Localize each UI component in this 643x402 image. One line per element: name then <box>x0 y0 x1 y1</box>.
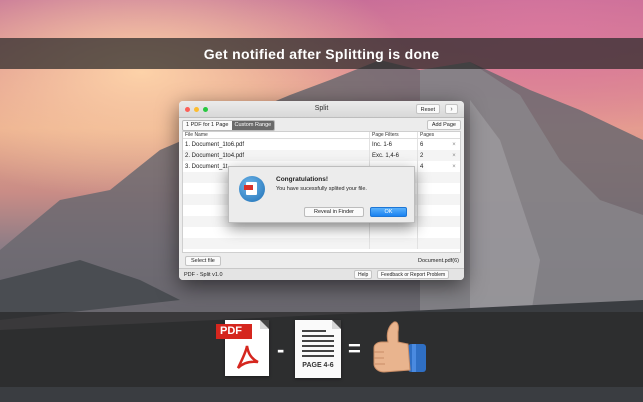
select-file-button[interactable]: Select file <box>185 256 221 266</box>
app-version: PDF - Split v1.0 <box>184 272 223 278</box>
column-header-file-name[interactable]: File Name <box>183 132 370 138</box>
pdf-label: PDF <box>216 324 252 339</box>
equals-operator: = <box>348 336 361 361</box>
remove-row-icon[interactable]: × <box>448 161 460 172</box>
alert-message: You have sucessfully splited your file. <box>276 186 367 192</box>
banner-headline: Get notified after Splitting is done <box>203 45 440 62</box>
help-button[interactable]: Help <box>354 270 373 279</box>
alert-title: Congratulations! <box>276 176 328 183</box>
remove-row-icon[interactable]: × <box>448 150 460 161</box>
tab-1-pdf-for-1-page[interactable]: 1 PDF for 1 Page <box>183 121 232 130</box>
table-header: File Name Page Filters Pages <box>183 132 460 139</box>
pages-cell: 4 <box>420 163 424 170</box>
thumbs-up-icon <box>373 321 426 373</box>
table-row[interactable]: 2. Document_1to4.pdf Exc. 1,4-6 2 × <box>183 150 460 161</box>
pages-cell: 2 <box>420 152 424 159</box>
file-name-cell: 2. Document_1to4.pdf <box>183 150 370 161</box>
status-bar: PDF - Split v1.0 Help Feedback or Report… <box>179 268 464 280</box>
empty-row <box>183 238 460 249</box>
top-banner: Get notified after Splitting is done <box>0 38 643 69</box>
file-name-cell: 1. Document_1to6.pdf <box>183 139 370 150</box>
add-page-button[interactable]: Add Page <box>426 120 461 130</box>
acrobat-logo-icon <box>236 345 259 369</box>
file-bar: Select file Document.pdf(6) <box>179 255 464 267</box>
column-header-pages[interactable]: Pages <box>418 132 448 138</box>
tab-custom-range[interactable]: Custom Range <box>231 121 275 130</box>
pages-cell: 6 <box>420 141 424 148</box>
document-name: Document.pdf(6) <box>418 258 459 264</box>
reveal-in-finder-button[interactable]: Reveal in Finder <box>304 207 364 217</box>
title-bar[interactable]: Split Reset › <box>179 101 464 118</box>
page-document-icon: PAGE 4-6 <box>295 320 341 378</box>
page-range-label: PAGE 4-6 <box>302 362 334 369</box>
table-row[interactable]: 1. Document_1to6.pdf Inc. 1-6 6 × <box>183 139 460 150</box>
empty-row <box>183 227 460 238</box>
page-filter-cell[interactable]: Exc. 1,4-6 <box>370 150 418 161</box>
congratulations-alert: Congratulations! You have sucessfully sp… <box>228 166 415 223</box>
page-filter-cell[interactable]: Inc. 1-6 <box>370 139 418 150</box>
ok-button[interactable]: OK <box>370 207 407 217</box>
pdf-split-app-icon <box>239 176 265 202</box>
reset-button[interactable]: Reset <box>415 104 440 114</box>
chevron-right-icon[interactable]: › <box>445 104 458 114</box>
mode-segmented-control: 1 PDF for 1 Page Custom Range <box>182 120 276 131</box>
minus-operator: - <box>277 337 285 362</box>
remove-row-icon[interactable]: × <box>448 139 460 150</box>
feedback-button[interactable]: Feedback or Report Problem <box>377 270 450 279</box>
mode-tab-row: 1 PDF for 1 Page Custom Range Add Page <box>179 118 464 131</box>
column-header-page-filters[interactable]: Page Filters <box>370 132 418 138</box>
